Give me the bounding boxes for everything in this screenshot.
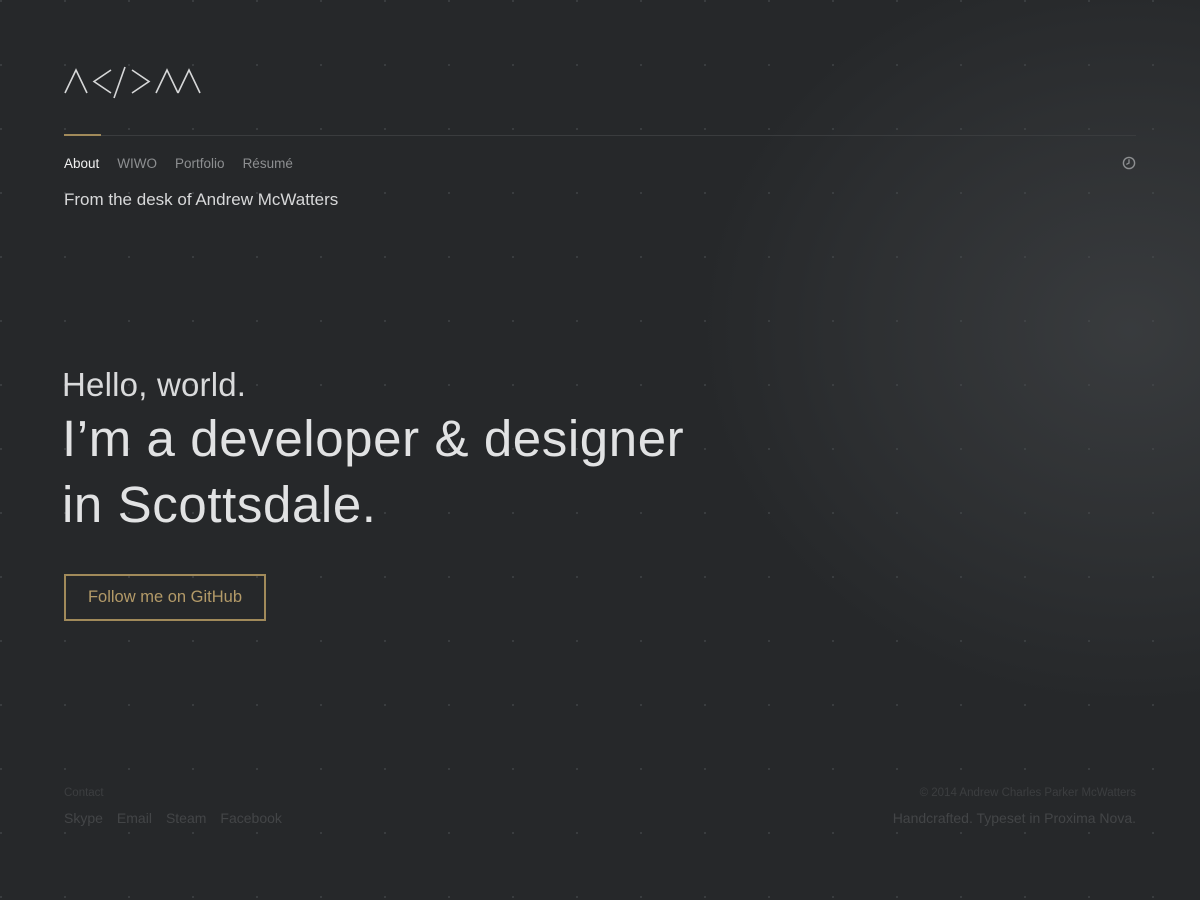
- footer-contact-label: Contact: [64, 787, 104, 799]
- footer-credit: Handcrafted. Typeset in Proxima Nova.: [892, 810, 1136, 826]
- nav-active-indicator: [64, 134, 101, 136]
- hero-greeting: Hello, world.: [62, 366, 247, 403]
- footer-contact: Contact Skype Email Steam Facebook: [64, 786, 282, 827]
- nav-divider: [64, 135, 1136, 136]
- footer-link-skype[interactable]: Skype: [64, 809, 103, 827]
- nav-item-resume[interactable]: Résumé: [243, 155, 293, 173]
- footer-copyright: © 2014 Andrew Charles Parker McWatters: [919, 787, 1136, 799]
- main-nav: About WIWO Portfolio Résumé: [64, 155, 293, 173]
- nav-item-about[interactable]: About: [64, 155, 99, 173]
- footer-link-facebook[interactable]: Facebook: [220, 809, 281, 827]
- footer-link-steam[interactable]: Steam: [166, 809, 206, 827]
- footer-link-email[interactable]: Email: [117, 809, 152, 827]
- hero: Hello, world. I’m a developer & designer…: [62, 364, 882, 538]
- tagline: From the desk of Andrew McWatters: [64, 190, 339, 209]
- clock-icon[interactable]: [1122, 156, 1136, 170]
- site-logo[interactable]: [64, 66, 208, 100]
- hero-headline-line-2: in Scottsdale.: [62, 476, 377, 533]
- nav-item-portfolio[interactable]: Portfolio: [175, 155, 225, 173]
- follow-github-button[interactable]: Follow me on GitHub: [64, 574, 266, 621]
- footer-credits: © 2014 Andrew Charles Parker McWatters H…: [893, 786, 1136, 827]
- hero-headline-line-1: I’m a developer & designer: [62, 410, 685, 467]
- nav-item-wiwo[interactable]: WIWO: [117, 155, 157, 173]
- acpm-monogram-logo-icon: [64, 66, 201, 99]
- footer-contact-links: Skype Email Steam Facebook: [64, 809, 282, 827]
